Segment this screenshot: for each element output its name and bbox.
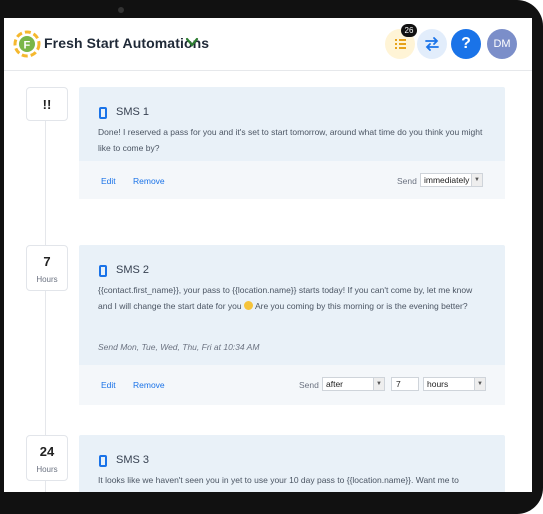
swap-arrows-icon [425,37,439,51]
send-mode-select[interactable]: immediately ▼ [420,173,483,187]
remove-link[interactable]: Remove [133,380,165,390]
chevron-down-icon[interactable] [184,34,200,50]
avatar[interactable]: DM [487,29,517,59]
edit-link[interactable]: Edit [101,380,116,390]
send-label: Send [397,176,417,186]
help-button[interactable]: ? [451,29,481,59]
sms-card: SMS 2 {{contact.first_name}}, your pass … [79,245,505,405]
phone-icon [99,107,107,119]
remove-link[interactable]: Remove [133,176,165,186]
sms-schedule: Send Mon, Tue, Wed, Thu, Fri at 10:34 AM [98,342,260,352]
send-mode-value: after [326,379,344,389]
step-delay-value: !! [42,97,52,112]
step-delay-value: 24 [39,444,55,459]
send-unit-value: hours [427,379,449,389]
card-footer: Edit Remove Send immediately ▼ [79,161,505,199]
device-frame: F Fresh Start Automations 26 ? DM !! SMS… [0,0,543,514]
sms-body: {{contact.first_name}}, your pass to {{l… [98,282,488,314]
step-delay-unit: Hours [36,465,58,474]
edit-link[interactable]: Edit [101,176,116,186]
smile-emoji-icon [244,301,254,311]
camera-dot [118,7,124,13]
sms-card: SMS 3 It looks like we haven't seen you … [79,435,505,492]
sms-title: SMS 2 [116,264,150,276]
sms-card: SMS 1 Done! I reserved a pass for you an… [79,87,505,199]
send-mode-select[interactable]: after ▼ [322,377,385,391]
send-mode-value: immediately [424,175,470,185]
step-delay-box: !! [26,87,68,121]
phone-icon [99,265,107,277]
phone-icon [99,455,107,467]
chevron-down-icon: ▼ [471,174,482,186]
sms-body: It looks like we haven't seen you in yet… [98,475,459,485]
workflow-content: !! SMS 1 Done! I reserved a pass for you… [4,71,532,492]
sms-body: Done! I reserved a pass for you and it's… [98,127,483,153]
sms-title: SMS 1 [116,106,150,118]
card-footer: Edit Remove Send after ▼ 7 hours ▼ [79,365,505,405]
app-screen: F Fresh Start Automations 26 ? DM !! SMS… [4,18,532,492]
step-delay-box: 24 Hours [26,435,68,481]
top-bar: F Fresh Start Automations 26 ? DM [4,18,532,71]
chevron-down-icon: ▼ [373,378,384,390]
send-amount-input[interactable]: 7 [391,377,419,391]
sms-body-part2: Are you coming by this morning or is the… [254,301,468,311]
send-label: Send [299,380,319,390]
svg-text:F: F [24,40,31,52]
notification-badge: 26 [401,24,417,37]
step-delay-value: 7 [43,254,51,269]
step-delay-box: 7 Hours [26,245,68,291]
step-delay-unit: Hours [36,275,58,284]
switch-button[interactable] [417,29,447,59]
timeline-rail [45,101,46,492]
brand-logo-icon[interactable]: F [13,30,41,58]
chevron-down-icon: ▼ [474,378,485,390]
send-unit-select[interactable]: hours ▼ [423,377,486,391]
sms-title: SMS 3 [116,454,150,466]
